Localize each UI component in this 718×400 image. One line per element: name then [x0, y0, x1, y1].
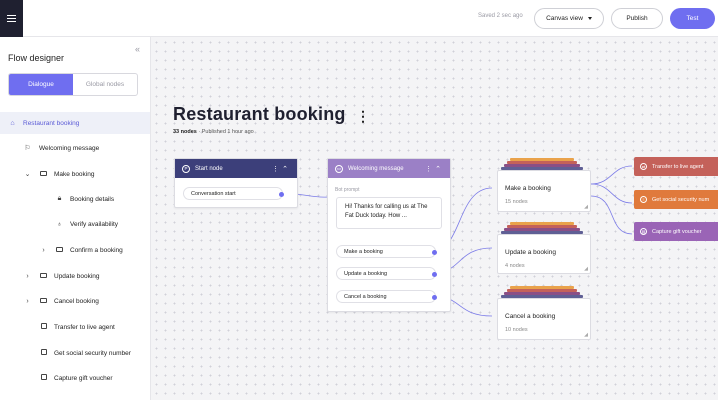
sidebar-item-social-security[interactable]: Get social security number — [0, 342, 150, 364]
sidebar-tabs: Dialogue Global nodes — [8, 73, 138, 96]
prompt-text[interactable]: Hi! Thanks for calling us at The Fat Duc… — [336, 197, 442, 229]
chevron-down-icon[interactable]: ⌄ — [23, 170, 32, 178]
sidebar-item-label: Transfer to live agent — [54, 323, 115, 331]
start-node-title: Start node — [195, 165, 223, 172]
resize-handle-icon[interactable]: ◢ — [584, 266, 588, 272]
sidebar-item-label: Get social security number — [54, 349, 131, 357]
agent-label: Transfer to live agent — [652, 163, 704, 170]
welcome-node[interactable]: ▭ Welcoming message ⋮⌃ Bot prompt Hi! Th… — [327, 158, 451, 312]
sidebar-item-label: Capture gift voucher — [54, 374, 113, 382]
prompt-label: Bot prompt — [335, 187, 360, 193]
canvas-view-label: Canvas view — [546, 15, 583, 22]
chevron-down-icon — [587, 17, 592, 20]
canvas-view-dropdown[interactable]: Canvas view — [534, 8, 604, 29]
sidebar-item-confirm-booking[interactable]: › Confirm a booking — [0, 239, 150, 261]
node-social-security[interactable]: ≡ Get social security num — [634, 190, 718, 209]
sidebar-item-verify-availability[interactable]: ♁ Verify availability — [0, 213, 150, 235]
sidebar-item-label: Confirm a booking — [70, 246, 123, 254]
message-icon: ▭ — [335, 164, 343, 173]
flow-card-title: Cancel a booking — [505, 313, 556, 320]
flow-card-make-booking[interactable]: Make a booking 15 nodes ◢ — [497, 170, 591, 212]
start-node[interactable]: P Start node ⋮⌃ Conversation start — [174, 158, 298, 208]
publish-button[interactable]: Publish — [611, 8, 663, 29]
sidebar-item-make-booking[interactable]: ⌄ Make booking — [0, 163, 150, 185]
sidebar-item-label: Welcoming message — [39, 144, 100, 152]
top-bar: Saved 2 sec ago Canvas view Publish Test — [0, 0, 718, 37]
resize-handle-icon[interactable]: ◢ — [584, 204, 588, 210]
tab-dialogue[interactable]: Dialogue — [9, 74, 73, 95]
sidebar-item-booking-details[interactable]: 🔒︎ Booking details — [0, 188, 150, 210]
chevron-right-icon[interactable]: › — [23, 273, 32, 280]
welcome-node-title: Welcoming message — [348, 165, 404, 172]
node-menu-icon[interactable]: ⋮⌃ — [272, 165, 291, 173]
gift-icon: ▤ — [640, 228, 647, 235]
flow-card-count: 4 nodes — [505, 263, 525, 269]
sidebar-item-label: Make booking — [54, 170, 95, 178]
play-icon: P — [182, 164, 190, 173]
sidebar-item-update-booking[interactable]: › Update booking — [0, 265, 150, 287]
flow-card-count: 15 nodes — [505, 199, 528, 205]
node-icon — [39, 374, 48, 382]
sidebar: « Flow designer Dialogue Global nodes ⌂ … — [0, 37, 151, 400]
resize-handle-icon[interactable]: ◢ — [584, 332, 588, 338]
sidebar-item-welcoming-message[interactable]: ⚐ Welcoming message — [0, 137, 150, 159]
folder-icon — [39, 297, 48, 305]
output-port[interactable] — [279, 192, 284, 197]
welcome-node-header: ▭ Welcoming message ⋮⌃ — [328, 159, 450, 178]
sidebar-item-label: Cancel booking — [54, 297, 99, 305]
folder-icon — [39, 170, 48, 178]
sidebar-item-restaurant-booking[interactable]: ⌂ Restaurant booking — [0, 112, 150, 134]
flow-card-count: 10 nodes — [505, 327, 528, 333]
start-node-header: P Start node ⋮⌃ — [175, 159, 297, 178]
node-gift-voucher[interactable]: ▤ Capture gift voucher — [634, 222, 718, 241]
sidebar-item-transfer-live-agent[interactable]: Transfer to live agent — [0, 316, 150, 338]
flow-card-cancel-booking[interactable]: Cancel a booking 10 nodes ◢ — [497, 298, 591, 340]
save-status: Saved 2 sec ago — [478, 13, 523, 19]
option-cancel-booking[interactable]: Cancel a booking — [336, 290, 436, 303]
sidebar-item-label: Booking details — [70, 195, 115, 203]
collapse-sidebar-icon[interactable]: « — [135, 44, 140, 54]
agent-label: Capture gift voucher — [652, 228, 702, 235]
start-trigger[interactable]: Conversation start — [183, 187, 283, 200]
output-port[interactable] — [432, 272, 437, 277]
node-icon — [39, 323, 48, 331]
option-make-booking[interactable]: Make a booking — [336, 245, 436, 258]
sidebar-item-cancel-booking[interactable]: › Cancel booking — [0, 290, 150, 312]
sidebar-item-label: Verify availability — [70, 220, 119, 228]
menu-icon[interactable] — [0, 0, 23, 37]
option-update-booking[interactable]: Update a booking — [336, 267, 436, 280]
flow-card-title: Update a booking — [505, 249, 556, 256]
sidebar-item-label: Update booking — [54, 272, 100, 280]
flow-card-update-booking[interactable]: Update a booking 4 nodes ◢ — [497, 234, 591, 274]
sidebar-title: Flow designer — [8, 53, 65, 63]
output-port[interactable] — [432, 250, 437, 255]
test-button[interactable]: Test — [670, 8, 715, 29]
lock-icon: 🔒︎ — [57, 195, 62, 202]
flow-card-title: Make a booking — [505, 185, 551, 192]
node-menu-icon[interactable]: ⋮⌃ — [425, 165, 444, 173]
sidebar-item-label: Restaurant booking — [23, 119, 80, 127]
node-transfer-live-agent[interactable]: ⇄ Transfer to live agent — [634, 157, 718, 176]
node-icon — [39, 349, 48, 357]
flow-canvas[interactable]: Restaurant booking ⋮ 33 nodes · Publishe… — [152, 38, 718, 400]
folder-icon — [55, 246, 64, 254]
folder-icon — [39, 272, 48, 280]
id-card-icon: ≡ — [640, 196, 647, 203]
output-port[interactable] — [432, 295, 437, 300]
home-icon: ⌂ — [10, 119, 15, 127]
flag-icon: ⚐ — [24, 145, 31, 152]
lightbulb-icon: ♁ — [56, 220, 63, 228]
sidebar-item-gift-voucher[interactable]: Capture gift voucher — [0, 367, 150, 389]
chevron-right-icon[interactable]: › — [39, 247, 48, 254]
tab-global-nodes[interactable]: Global nodes — [73, 74, 137, 95]
chevron-right-icon[interactable]: › — [23, 298, 32, 305]
transfer-icon: ⇄ — [640, 163, 647, 170]
agent-label: Get social security num — [652, 196, 710, 203]
